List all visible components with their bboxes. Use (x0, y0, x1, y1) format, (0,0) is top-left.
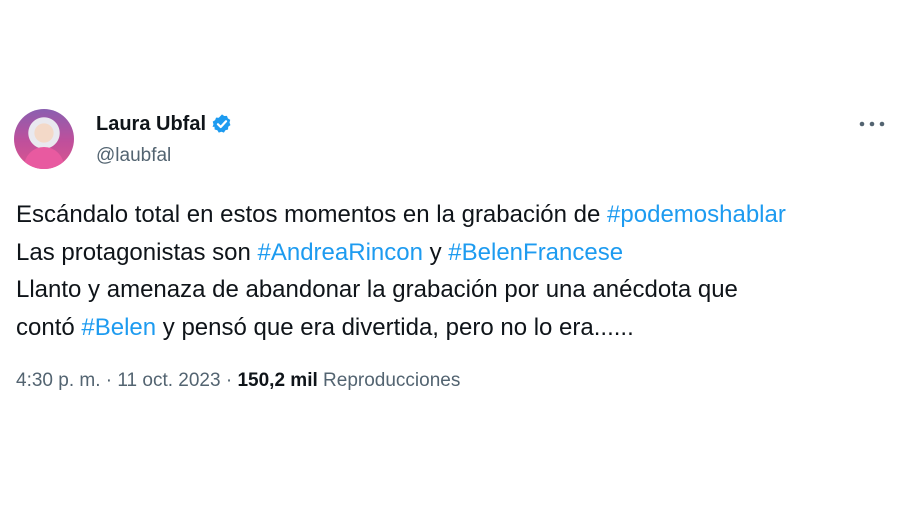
meta-separator: · (100, 370, 118, 391)
avatar-body-shape (24, 147, 64, 169)
author-name[interactable]: Laura Ubfal (96, 112, 206, 136)
tweet-date[interactable]: 11 oct. 2023 (117, 370, 220, 391)
more-horizontal-icon[interactable] (856, 116, 888, 132)
author-name-row: Laura Ubfal (96, 112, 233, 136)
hashtag-link[interactable]: #AndreaRincon (258, 239, 423, 266)
tweet-line-2: Las protagonistas son #AndreaRincon y #B… (16, 234, 886, 272)
tweet-text-segment: Escándalo total en estos momentos en la … (16, 201, 608, 228)
tweet-line-1: Escándalo total en estos momentos en la … (16, 196, 886, 234)
tweet-text-segment: contó (16, 313, 82, 341)
views-label: Reproducciones (317, 370, 461, 391)
verified-badge-icon[interactable] (211, 113, 233, 135)
tweet-meta: 4:30 p. m. · 11 oct. 2023 · 150,2 mil Re… (16, 369, 460, 393)
tweet-line-4: contó #Belen y pensó que era divertida, … (16, 309, 886, 347)
meta-separator: · (220, 370, 238, 391)
tweet-text: Escándalo total en estos momentos en la … (16, 196, 886, 346)
tweet-text-segment: y (422, 238, 449, 266)
tweet-line-3: Llanto y amenaza de abandonar la grabaci… (16, 271, 886, 309)
hashtag-link[interactable]: #Belen (81, 314, 156, 341)
tweet-card: Laura Ubfal @laubfal Escándalo total en … (0, 0, 900, 505)
view-count: 150,2 mil (237, 370, 318, 391)
hashtag-link[interactable]: #BelenFrancese (448, 239, 623, 266)
tweet-text-segment: y pensó que era divertida, pero no lo er… (156, 313, 634, 341)
tweet-text-segment: Llanto y amenaza de abandonar la grabaci… (16, 276, 738, 303)
hashtag-link[interactable]: #podemoshablar (607, 201, 786, 228)
tweet-text-segment: Las protagonistas son (16, 238, 258, 266)
tweet-time[interactable]: 4:30 p. m. (16, 370, 101, 391)
avatar[interactable] (14, 109, 74, 169)
author-handle[interactable]: @laubfal (96, 145, 171, 167)
